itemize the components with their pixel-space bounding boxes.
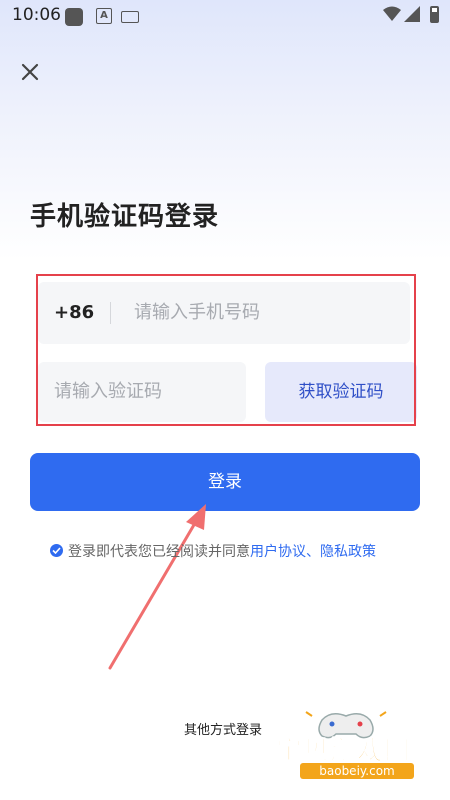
wifi-icon (383, 6, 401, 21)
highlight-box (36, 274, 416, 426)
arrow-annotation (108, 504, 206, 670)
close-icon[interactable] (18, 60, 42, 84)
status-bar: 10:06 A (0, 0, 450, 32)
battery-icon (430, 6, 439, 23)
login-button[interactable]: 登录 (30, 453, 420, 511)
watermark-text: 宝贝游戏网 (275, 736, 412, 767)
check-icon[interactable] (50, 544, 63, 557)
signal-icon (404, 6, 420, 22)
status-time: 10:06 (12, 5, 61, 25)
keyboard-icon (121, 11, 139, 23)
agreement-row: 登录即代表您已经阅读并同意用户协议、隐私政策 (50, 541, 376, 561)
policy-link[interactable]: 用户协议、隐私政策 (250, 544, 376, 560)
a-icon: A (96, 8, 112, 24)
page-title: 手机验证码登录 (30, 202, 220, 232)
other-login-methods[interactable]: 其他方式登录 (184, 719, 262, 738)
app-square-icon (65, 8, 83, 26)
watermark-url: baobeiy.com (300, 763, 414, 779)
agreement-text: 登录即代表您已经阅读并同意 (68, 544, 250, 560)
